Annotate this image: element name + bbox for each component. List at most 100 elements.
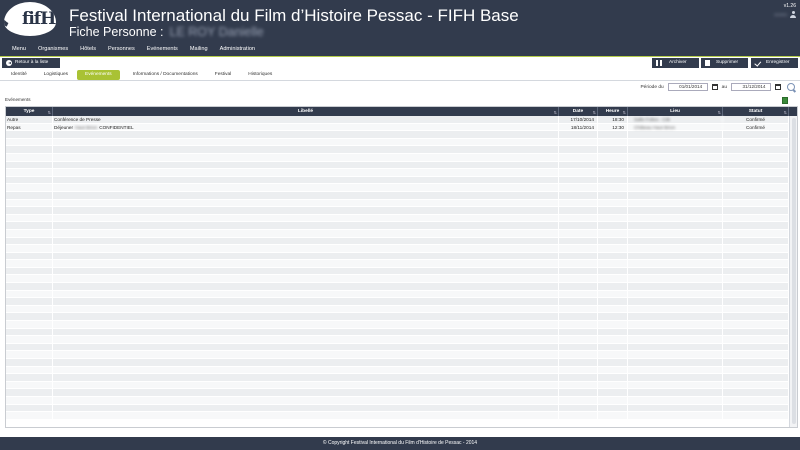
cell-libelle: [53, 138, 559, 146]
cell-lieu: [628, 275, 723, 283]
column-header-libelle[interactable]: Libellé ⇅: [53, 107, 559, 116]
cell-libelle: [53, 199, 559, 207]
cell-heure: [598, 229, 628, 237]
cell-date: [559, 138, 598, 146]
back-to-list-button[interactable]: Retour à la liste: [2, 58, 60, 68]
user-box[interactable]: ADMIN: [774, 11, 796, 18]
empty-table-row: [6, 305, 797, 314]
cell-libelle: [53, 169, 559, 176]
cell-date: [559, 214, 598, 222]
menu-item-menu[interactable]: Menu: [6, 42, 32, 56]
cell-date: [559, 153, 598, 161]
cell-libelle: [53, 298, 559, 305]
logo-text: fifHi: [22, 9, 56, 29]
empty-table-row: [6, 214, 797, 223]
cell-statut: [723, 138, 789, 146]
empty-table-row: [6, 283, 797, 291]
cell-statut: [723, 396, 789, 404]
period-end-input[interactable]: 31/12/2014: [731, 83, 771, 91]
excel-export-icon[interactable]: [782, 97, 788, 104]
cell-date: 17/10/2014: [559, 116, 598, 123]
tab-informations-documentations[interactable]: Informations / Documentations: [125, 70, 206, 80]
column-header-type[interactable]: Type ⇅: [6, 107, 53, 116]
fifh-logo[interactable]: fifHi: [4, 2, 56, 36]
search-icon[interactable]: [787, 83, 795, 91]
period-start-input[interactable]: 01/01/2014: [667, 83, 708, 91]
cell-lieu: [628, 176, 723, 184]
cell-statut: [723, 389, 789, 396]
cell-heure: [598, 290, 628, 298]
cell-heure: [598, 351, 628, 358]
cell-type: [6, 252, 53, 260]
tab-bar: Identité Logistiques Evénements Informat…: [0, 70, 281, 80]
cell-lieu: [628, 131, 723, 138]
cell-date: [559, 245, 598, 252]
user-icon[interactable]: [790, 11, 796, 18]
cell-libelle: [53, 275, 559, 283]
empty-table-row: [6, 313, 797, 322]
cell-statut: Confirmé: [723, 116, 789, 123]
cell-lieu: [628, 305, 723, 313]
archive-button[interactable]: Archiver: [652, 58, 699, 68]
column-header-lieu[interactable]: Lieu ⇅: [628, 107, 723, 116]
cell-heure: [598, 176, 628, 184]
empty-table-row: [6, 229, 797, 238]
cell-date: [559, 389, 598, 396]
empty-table-row: [6, 138, 797, 147]
empty-table-row: [6, 237, 797, 246]
empty-table-row: [6, 131, 797, 139]
column-header-statut[interactable]: Statut ⇅: [723, 107, 789, 116]
column-header-heure[interactable]: Heure ⇅: [598, 107, 628, 116]
cell-statut: [723, 328, 789, 336]
cell-type: [6, 222, 53, 229]
tab-identite[interactable]: Identité: [3, 70, 35, 80]
delete-button[interactable]: Supprimer: [701, 58, 748, 68]
cell-type: [6, 191, 53, 199]
empty-table-row: [6, 404, 797, 413]
cell-statut: [723, 366, 789, 374]
tab-festival[interactable]: Festival: [207, 70, 240, 80]
cell-heure: [598, 336, 628, 343]
column-header-date[interactable]: Date ⇅: [559, 107, 598, 116]
calendar-icon[interactable]: [775, 84, 781, 90]
cell-lieu: [628, 229, 723, 237]
cell-libelle: [53, 404, 559, 412]
tab-evenements[interactable]: Evénements: [77, 70, 120, 80]
cell-date: [559, 229, 598, 237]
cell-heure: [598, 214, 628, 222]
cell-libelle: [53, 366, 559, 374]
tab-logistiques[interactable]: Logistiques: [36, 70, 76, 80]
cell-type: [6, 176, 53, 184]
scrollbar-thumb[interactable]: [791, 118, 796, 424]
cell-type: [6, 381, 53, 389]
cell-statut: [723, 252, 789, 260]
cell-libelle: [53, 343, 559, 351]
empty-table-row: [6, 161, 797, 170]
menu-item-evenements[interactable]: Evénements: [141, 42, 184, 56]
menu-item-personnes[interactable]: Personnes: [102, 42, 141, 56]
menu-item-administration[interactable]: Administration: [214, 42, 261, 56]
empty-table-row: [6, 184, 797, 192]
save-button[interactable]: Enregistrer: [751, 58, 798, 68]
cell-lieu: Salle Folies - CiB: [628, 116, 723, 123]
cell-date: [559, 366, 598, 374]
table-row[interactable]: Autre Conférence de Presse 17/10/2014 18:30…: [6, 116, 797, 124]
cell-date: [559, 343, 598, 351]
table-row[interactable]: Repas Déjeuner Haut Brion CONFIDENTIEL 18/11…: [6, 123, 797, 132]
cell-statut: [723, 245, 789, 252]
tab-historiques[interactable]: Historiques: [240, 70, 280, 80]
empty-table-row: [6, 396, 797, 405]
cell-type: [6, 283, 53, 290]
menu-item-organismes[interactable]: Organismes: [32, 42, 74, 56]
cell-lieu: [628, 351, 723, 358]
subtitle-prefix: Fiche Personne :: [69, 25, 164, 39]
table-scrollbar[interactable]: [789, 116, 797, 427]
cell-statut: [723, 283, 789, 290]
calendar-icon[interactable]: [711, 84, 718, 90]
menu-item-mailing[interactable]: Mailing: [184, 42, 214, 56]
menu-item-hotels[interactable]: Hôtels: [74, 42, 102, 56]
cell-lieu: [628, 260, 723, 267]
cell-heure: [598, 313, 628, 321]
cell-date: [559, 146, 598, 153]
empty-table-row: [6, 146, 797, 154]
